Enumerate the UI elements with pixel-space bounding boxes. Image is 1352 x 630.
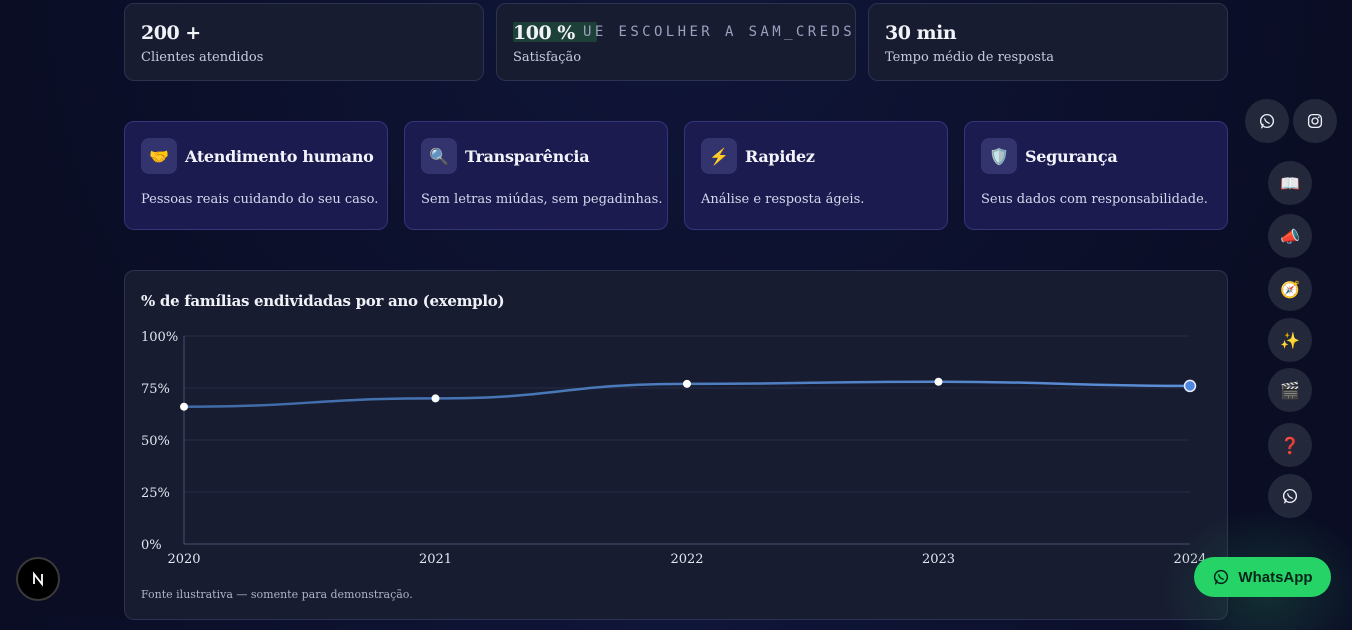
handshake-icon: 🤝 <box>141 138 177 174</box>
feature-card-speed: ⚡ Rapidez Análise e resposta ágeis. <box>684 121 948 230</box>
nextjs-logo-icon <box>33 571 43 587</box>
stat-card-satisfaction: 100 % UE ESCOLHER A SAM_CREDS Satisfação <box>496 3 856 81</box>
feature-description: Sem letras miúdas, sem pegadinhas. <box>421 192 663 207</box>
instagram-icon <box>1307 113 1323 129</box>
stat-value: 100 % <box>513 22 575 44</box>
feature-card-transparency: 🔍 Transparência Sem letras miúdas, sem p… <box>404 121 668 230</box>
data-point <box>683 379 691 388</box>
question-icon: ❓ <box>1280 435 1300 455</box>
y-tick-label: 50% <box>141 434 170 449</box>
chart-card: % de famílias endividadas por ano (exemp… <box>124 270 1228 620</box>
lightning-icon: ⚡ <box>701 138 737 174</box>
feature-title: Transparência <box>465 147 590 166</box>
feature-title: Rapidez <box>745 147 815 166</box>
nextjs-dev-badge[interactable] <box>16 557 60 601</box>
feature-description: Pessoas reais cuidando do seu caso. <box>141 192 379 207</box>
book-icon: 📖 <box>1280 173 1300 193</box>
stat-label: Tempo médio de resposta <box>885 50 1054 65</box>
x-tick-label: 2020 <box>167 552 200 567</box>
feature-card-security: 🛡️ Segurança Seus dados com responsabili… <box>964 121 1228 230</box>
side-nav-compass[interactable]: 🧭 <box>1268 267 1312 311</box>
y-tick-label: 75% <box>141 382 170 397</box>
chart-source: Fonte ilustrativa — somente para demonst… <box>141 588 413 601</box>
whatsapp-social-button[interactable] <box>1245 99 1289 143</box>
whatsapp-icon <box>1259 113 1275 129</box>
side-nav-sparkles[interactable]: ✨ <box>1268 318 1312 362</box>
stat-label: Clientes atendidos <box>141 50 264 65</box>
y-tick-label: 25% <box>141 486 170 501</box>
feature-card-human: 🤝 Atendimento humano Pessoas reais cuida… <box>124 121 388 230</box>
stat-label: Satisfação <box>513 50 582 65</box>
x-tick-label: 2023 <box>922 552 955 567</box>
stat-value: 30 min <box>885 22 957 44</box>
side-nav-clapperboard[interactable]: 🎬 <box>1268 368 1312 412</box>
feature-title: Atendimento humano <box>185 147 374 166</box>
side-nav-book[interactable]: 📖 <box>1268 161 1312 205</box>
whatsapp-cta-button[interactable]: WhatsApp <box>1194 557 1331 597</box>
data-point <box>180 402 188 411</box>
y-tick-label: 100% <box>141 330 178 345</box>
x-tick-label: 2022 <box>670 552 703 567</box>
whatsapp-cta-label: WhatsApp <box>1238 568 1313 586</box>
instagram-social-button[interactable] <box>1293 99 1337 143</box>
side-nav-faq[interactable]: ❓ <box>1268 423 1312 467</box>
marquee-text: UE ESCOLHER A SAM_CREDS <box>583 24 856 40</box>
x-tick-label: 2021 <box>419 552 452 567</box>
stat-card-response-time: 30 min Tempo médio de resposta <box>868 3 1228 81</box>
feature-title: Segurança <box>1025 147 1118 166</box>
line-chart: 0%25%50%75%100%20202021202220232024 <box>141 330 1207 567</box>
data-point <box>1183 379 1197 393</box>
data-point <box>934 377 943 386</box>
megaphone-icon: 📣 <box>1280 226 1300 246</box>
magnifier-icon: 🔍 <box>421 138 457 174</box>
data-point <box>431 394 440 403</box>
stat-card-clients: 200 + Clientes atendidos <box>124 3 484 81</box>
y-tick-label: 0% <box>141 538 162 553</box>
stat-value: 200 + <box>141 22 201 44</box>
sparkles-icon: ✨ <box>1280 330 1300 350</box>
whatsapp-icon <box>1214 569 1229 585</box>
compass-icon: 🧭 <box>1280 279 1300 299</box>
clapperboard-icon: 🎬 <box>1280 380 1300 400</box>
side-nav-megaphone[interactable]: 📣 <box>1268 214 1312 258</box>
feature-description: Análise e resposta ágeis. <box>701 192 865 207</box>
shield-icon: 🛡️ <box>981 138 1017 174</box>
feature-description: Seus dados com responsabilidade. <box>981 192 1208 207</box>
